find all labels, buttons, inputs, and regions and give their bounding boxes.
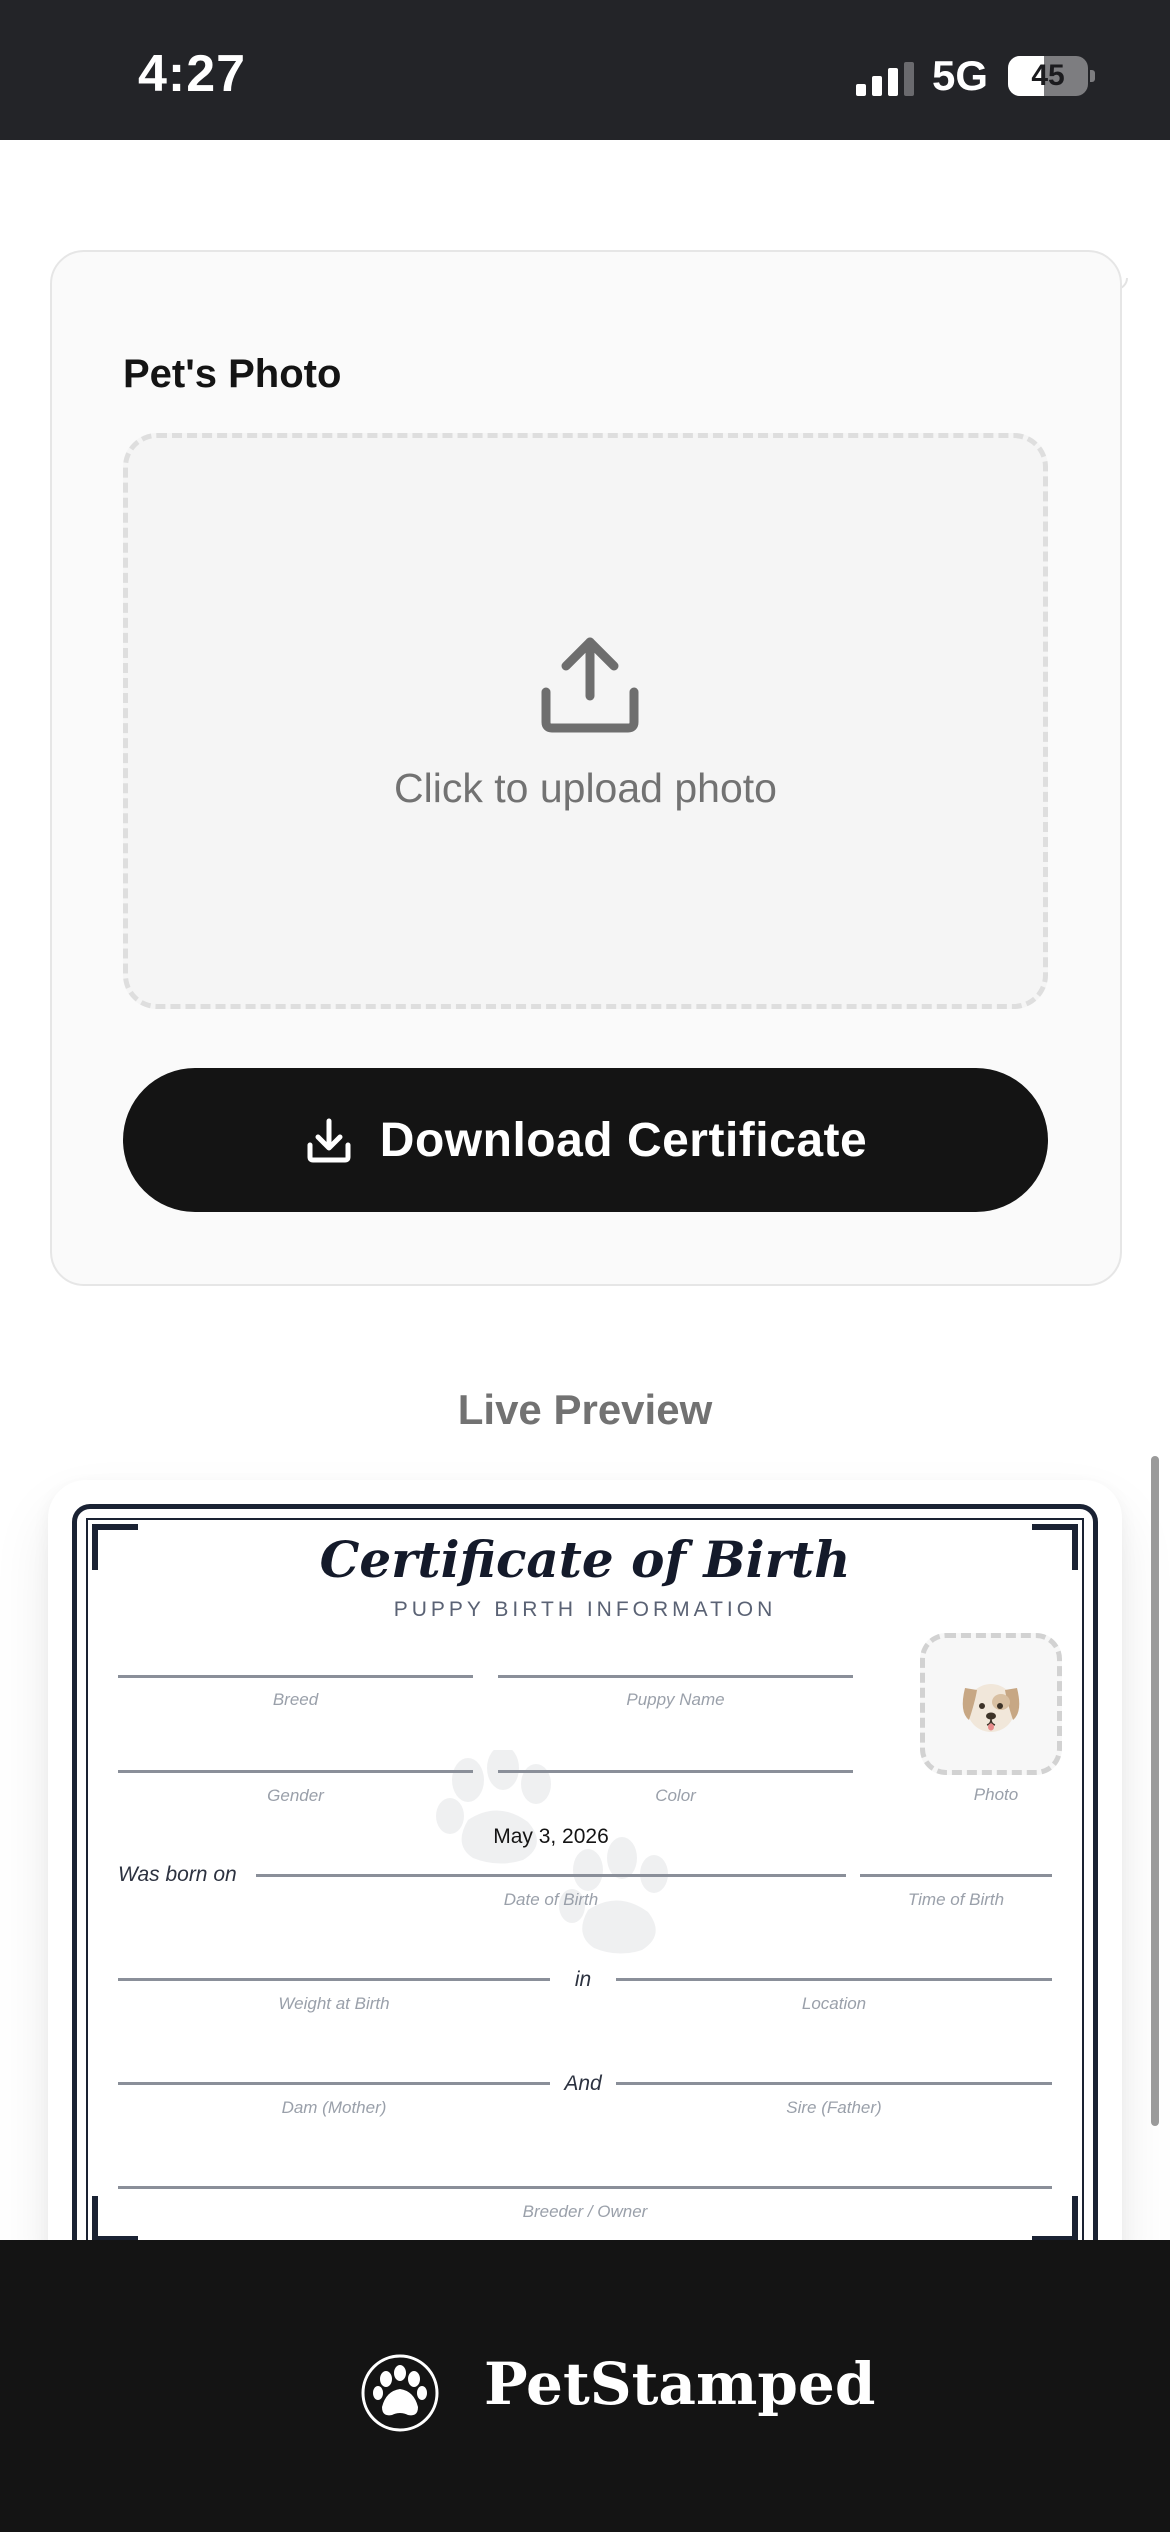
and-label: And (564, 2072, 602, 2095)
network-label: 5G (932, 52, 989, 99)
download-label: Download Certificate (379, 1113, 868, 1167)
color-line (498, 1770, 853, 1773)
time-of-birth-line (860, 1874, 1052, 1877)
weight-caption: Weight at Birth (278, 1994, 390, 2013)
color-caption: Color (655, 1786, 696, 1805)
certificate-title: Certificate of Birth (319, 1530, 851, 1589)
certificate-border: Certificate of Birth PUPPY BIRTH INFORMA… (72, 1504, 1098, 2262)
photo-upload-zone[interactable]: Click to upload photo (123, 433, 1048, 1009)
time-of-birth-caption: Time of Birth (907, 1890, 1005, 1909)
date-of-birth-line (256, 1874, 846, 1877)
sire-line (616, 2082, 1052, 2085)
battery-icon: 45 (1008, 56, 1088, 96)
in-label: in (574, 1968, 592, 1991)
dam-caption: Dam (Mother) (281, 2098, 387, 2117)
puppy-name-line (498, 1675, 853, 1678)
weight-line (118, 1978, 550, 1981)
photo-caption: Photo (973, 1785, 1019, 1804)
dam-line (118, 2082, 550, 2085)
breeder-caption: Breeder / Owner (522, 2202, 648, 2221)
breeder-line (118, 2186, 1052, 2189)
location-line (616, 1978, 1052, 1981)
status-time: 4:27 (138, 45, 247, 103)
scrollbar[interactable] (1151, 1456, 1159, 2126)
dog-icon (962, 1684, 1020, 1732)
live-preview-heading: Live Preview (457, 1386, 713, 1433)
battery-percent: 45 (1031, 59, 1065, 92)
gender-caption: Gender (267, 1786, 324, 1805)
date-of-birth-caption: Date of Birth (503, 1890, 599, 1909)
footer-brand: PetStamped (484, 2350, 876, 2418)
certificate-inner: Certificate of Birth PUPPY BIRTH INFORMA… (86, 1518, 1084, 2248)
download-certificate-button[interactable]: Download Certificate (123, 1068, 1048, 1212)
born-on-label: Was born on (118, 1863, 237, 1886)
certificate-subtitle: PUPPY BIRTH INFORMATION (393, 1598, 777, 1621)
breed-line (118, 1675, 473, 1678)
date-of-birth-value: May 3, 2026 (493, 1825, 609, 1848)
sire-caption: Sire (Father) (786, 2098, 882, 2117)
gender-line (118, 1770, 473, 1773)
upload-icon (541, 637, 639, 733)
paw-logo-icon (361, 2354, 439, 2432)
footer: PetStamped (0, 2240, 1170, 2532)
battery-tip (1090, 70, 1095, 82)
puppy-name-caption: Puppy Name (626, 1690, 725, 1709)
upload-text: Click to upload photo (394, 765, 777, 811)
pet-photo-label: Pet's Photo (123, 352, 342, 396)
certificate-preview: Certificate of Birth PUPPY BIRTH INFORMA… (48, 1480, 1122, 2286)
breed-caption: Breed (272, 1690, 319, 1709)
download-icon (307, 1118, 351, 1163)
location-caption: Location (801, 1994, 867, 2013)
status-bar: 4:27 5G 45 (0, 0, 1170, 140)
page-content: Pet's Photo Click to upload photo Downlo… (0, 140, 1170, 2286)
signal-icon (856, 62, 916, 96)
certificate-photo-box (920, 1633, 1062, 1775)
